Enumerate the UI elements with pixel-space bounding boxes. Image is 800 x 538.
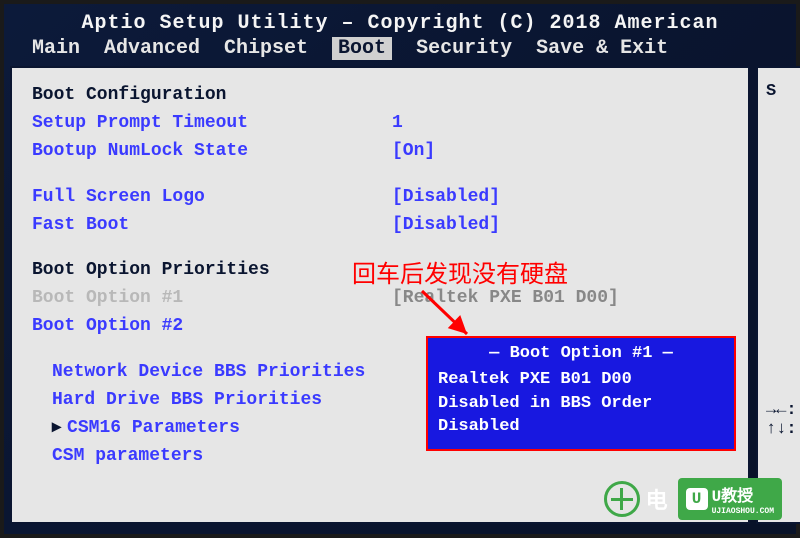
popup-item-disabled[interactable]: Disabled <box>438 415 724 439</box>
popup-item-disabled-bbs[interactable]: Disabled in BBS Order <box>438 392 724 416</box>
menu-security[interactable]: Security <box>416 37 512 60</box>
fast-boot[interactable]: Fast Boot [Disabled] <box>32 212 728 240</box>
help-pane: S →←: Selec ↑↓: Selec <box>756 66 800 524</box>
watermark: 电 U U教授 UJIAOSHOU.COM <box>604 478 782 520</box>
submenu-arrow-icon: ▸ <box>52 415 67 443</box>
bootup-numlock-state[interactable]: Bootup NumLock State [On] <box>32 138 728 166</box>
menu-bar: Main Advanced Chipset Boot Security Save… <box>4 37 796 66</box>
menu-advanced[interactable]: Advanced <box>104 37 200 60</box>
bios-screen: Aptio Setup Utility – Copyright (C) 2018… <box>4 4 796 534</box>
help-row-1: →←: Selec <box>766 401 800 420</box>
watermark-badge-2: U U教授 UJIAOSHOU.COM <box>678 478 782 520</box>
boot-option-1[interactable]: Boot Option #1 [Realtek PXE B01 D00] <box>32 285 728 313</box>
watermark-badge-1: 电 <box>604 478 668 520</box>
spacer <box>32 166 728 184</box>
menu-save-exit[interactable]: Save & Exit <box>536 37 668 60</box>
pane-frame: Boot Configuration Setup Prompt Timeout … <box>10 66 790 524</box>
menu-chipset[interactable]: Chipset <box>224 37 308 60</box>
full-screen-logo[interactable]: Full Screen Logo [Disabled] <box>32 184 728 212</box>
menu-boot[interactable]: Boot <box>332 37 392 60</box>
main-pane: Boot Configuration Setup Prompt Timeout … <box>10 66 750 524</box>
help-row-2: ↑↓: Selec <box>766 420 800 439</box>
boot-option-popup: — Boot Option #1 — Realtek PXE B01 D00 D… <box>426 336 736 451</box>
boot-config-heading: Boot Configuration <box>32 82 728 110</box>
u-icon: U <box>686 488 708 510</box>
crosshair-icon <box>604 481 640 517</box>
title-bar: Aptio Setup Utility – Copyright (C) 2018… <box>4 4 796 37</box>
menu-main[interactable]: Main <box>32 37 80 60</box>
annotation-arrow-icon <box>412 286 492 346</box>
popup-item-realtek[interactable]: Realtek PXE B01 D00 <box>438 368 724 392</box>
side-label: S <box>766 82 800 101</box>
setup-prompt-timeout[interactable]: Setup Prompt Timeout 1 <box>32 110 728 138</box>
annotation-text: 回车后发现没有硬盘 <box>352 254 568 289</box>
